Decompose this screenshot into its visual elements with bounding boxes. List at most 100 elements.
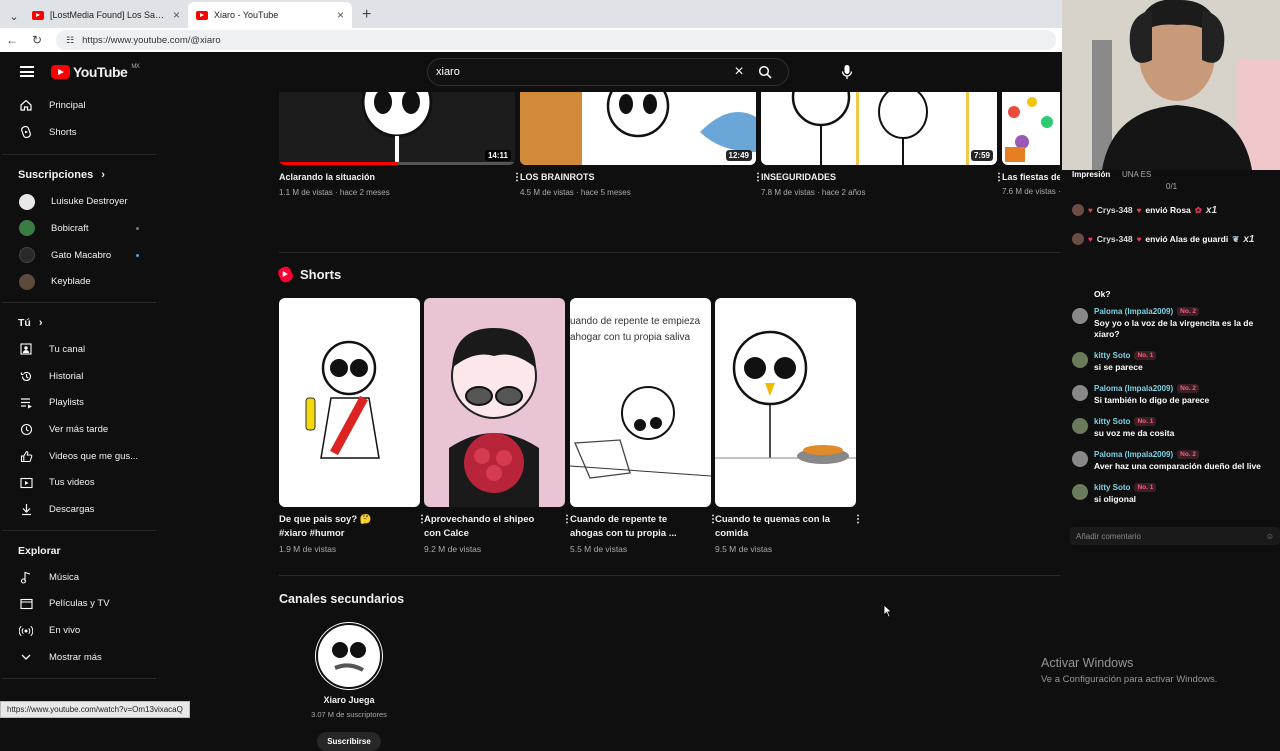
more-options-icon[interactable]: ⋮ [994, 172, 1004, 183]
short-title[interactable]: De que pais soy? 🤔 #xiaro #humor [279, 513, 399, 541]
sidebar-item-musica[interactable]: Música [3, 564, 159, 591]
short-thumbnail[interactable]: uando de repente te empieza ahogar con t… [570, 298, 711, 507]
chat-username: Paloma (Impala2009) [1094, 450, 1174, 459]
hamburger-menu-icon[interactable] [20, 66, 34, 77]
sidebar-item-subscription[interactable]: Bobicraft [3, 215, 159, 242]
video-thumbnail[interactable]: 7:59 [761, 92, 997, 165]
logo-region: MX [131, 64, 140, 70]
sidebar-item-peliculas[interactable]: Películas y TV [3, 591, 159, 618]
you-header[interactable]: Tú › [3, 310, 159, 336]
webcam-person-illustration [1062, 0, 1280, 170]
voice-search-icon[interactable] [837, 62, 857, 82]
sidebar-item-liked-videos[interactable]: Videos que me gus... [3, 443, 159, 470]
video-thumbnail[interactable]: 12:49 [520, 92, 756, 165]
your-videos-icon [19, 476, 33, 490]
close-tab-icon[interactable]: × [337, 8, 344, 22]
sidebar-item-mostrar-mas[interactable]: Mostrar más [3, 644, 159, 671]
video-title[interactable]: Aclarando la situación [279, 172, 375, 183]
video-thumbnail[interactable]: 14:11 [279, 92, 515, 165]
chat-message: Paloma (Impala2009) No. 2 Si también lo d… [1072, 384, 1277, 406]
clear-search-icon[interactable]: × [728, 63, 750, 81]
search-input[interactable]: xiaro [436, 66, 728, 78]
more-options-icon[interactable]: ⋮ [753, 172, 763, 183]
short-thumbnail[interactable] [715, 298, 856, 507]
shorts-section-title: Shorts [300, 267, 342, 282]
subscribe-button[interactable]: Suscribirse [317, 732, 381, 751]
sidebar-item-tu-canal[interactable]: Tu canal [3, 336, 159, 363]
video-card[interactable]: 12:49 LOS BRAINROTS ⋮ 4.5 M de vistas · h… [520, 92, 763, 197]
sidebar-item-descargas[interactable]: Descargas [3, 496, 159, 523]
short-title[interactable]: Cuando de repente te ahogas con tu propi… [570, 513, 690, 541]
playlists-icon [19, 396, 33, 410]
sidebar-item-label: Principal [49, 99, 86, 111]
sidebar-item-historial[interactable]: Historial [3, 363, 159, 390]
short-card[interactable]: De que pais soy? 🤔 #xiaro #humor ⋮ 1.9 M … [279, 298, 427, 554]
chat-comment-input[interactable]: Añadir comentario ☺ [1070, 527, 1280, 545]
sidebar-item-shorts[interactable]: Shorts [3, 119, 159, 146]
video-title[interactable]: INSEGURIDADES [761, 172, 836, 183]
chat-username: kitty Soto [1094, 351, 1131, 360]
youtube-play-logo-icon [51, 65, 70, 79]
youtube-logo[interactable]: YouTube MX [51, 64, 140, 80]
new-tab-button[interactable]: + [352, 6, 381, 28]
video-title[interactable]: Las fiestas de [1002, 172, 1060, 182]
sidebar-item-subscription[interactable]: Gato Macabro [3, 242, 159, 269]
short-title[interactable]: Cuando te quemas con la comida [715, 513, 835, 541]
thumbnail-illustration [520, 92, 756, 165]
tab-list-chevron-icon[interactable]: ⌄ [4, 4, 24, 28]
browser-tab-1[interactable]: [LostMedia Found] Los Sabrositos × [24, 2, 188, 28]
heart-icon: ♥ [1136, 234, 1142, 244]
sidebar-item-principal[interactable]: Principal [3, 92, 159, 119]
site-info-icon[interactable]: ☷ [66, 35, 74, 46]
search-icon[interactable] [750, 65, 780, 79]
sidebar-item-ver-mas-tarde[interactable]: Ver más tarde [3, 416, 159, 443]
short-card[interactable]: Aprovechando el shipeo con Calce ⋮ 9.2 M … [424, 298, 572, 554]
channel-name[interactable]: Xiaro Juega [309, 695, 389, 705]
sidebar-item-subscription[interactable]: Luisuke Destroyer [3, 188, 159, 215]
rank-badge: No. 2 [1177, 384, 1200, 393]
sidebar-item-tus-videos[interactable]: Tus videos [3, 470, 159, 497]
more-options-icon[interactable]: ⋮ [417, 513, 427, 541]
channel-card[interactable]: Xiaro Juega 3.07 M de suscriptores Suscr… [309, 622, 389, 751]
sidebar-item-en-vivo[interactable]: En vivo [3, 617, 159, 644]
more-options-icon[interactable]: ⋮ [853, 513, 863, 541]
rank-badge: No. 1 [1134, 483, 1157, 492]
shorts-logo-icon [276, 264, 295, 285]
short-title[interactable]: Aprovechando el shipeo con Calce [424, 513, 544, 541]
rank-badge: No. 1 [1134, 417, 1157, 426]
emoji-icon[interactable]: ☺ [1266, 532, 1274, 541]
reload-icon[interactable]: ↻ [32, 33, 42, 47]
short-title-row: Cuando de repente te ahogas con tu propi… [570, 513, 718, 541]
sidebar: Principal Shorts Suscripciones › Luisuke… [3, 92, 159, 720]
browser-tab-2[interactable]: Xiaro - YouTube × [188, 2, 352, 28]
video-thumbnail[interactable] [1002, 92, 1060, 165]
url-field[interactable]: ☷ https://www.youtube.com/@xiaro [56, 30, 1056, 50]
more-options-icon[interactable]: ⋮ [512, 172, 522, 183]
more-options-icon[interactable]: ⋮ [562, 513, 572, 541]
chat-message: kitty Soto No. 1 si se parece [1072, 351, 1277, 373]
search-box[interactable]: xiaro × [427, 58, 789, 86]
short-views: 9.5 M de vistas [715, 544, 773, 554]
short-thumbnail[interactable] [424, 298, 565, 507]
close-tab-icon[interactable]: × [173, 8, 180, 22]
short-thumbnail[interactable] [279, 298, 420, 507]
short-card[interactable]: Cuando te quemas con la comida ⋮ 9.5 M de… [715, 298, 863, 554]
subscription-label: Bobicraft [51, 222, 89, 234]
short-card[interactable]: uando de repente te empieza ahogar con t… [570, 298, 718, 554]
sidebar-item-playlists[interactable]: Playlists [3, 390, 159, 417]
more-options-icon[interactable]: ⋮ [708, 513, 718, 541]
sidebar-item-subscription[interactable]: Keyblade [3, 268, 159, 295]
subscriptions-header[interactable]: Suscripciones › [3, 162, 159, 188]
video-card[interactable]: Las fiestas de 7.6 M de vistas · hace 2 … [1002, 92, 1060, 196]
channel-avatar[interactable] [315, 622, 383, 690]
subscription-label: Luisuke Destroyer [51, 196, 128, 208]
video-meta: 4.5 M de vistas · hace 5 meses [520, 188, 631, 197]
sidebar-item-label: Tus videos [49, 477, 95, 489]
watch-progress-track [279, 162, 515, 165]
back-icon[interactable]: ← [6, 33, 18, 47]
video-title[interactable]: LOS BRAINROTS [520, 172, 595, 183]
video-card[interactable]: 7:59 INSEGURIDADES ⋮ 7.8 M de vistas · ha… [761, 92, 1004, 197]
chat-message-text: su voz me da cosita [1094, 428, 1175, 438]
channel-icon [19, 342, 33, 356]
video-card[interactable]: 14:11 Aclarando la situación ⋮ 1.1 M de v… [279, 92, 522, 197]
